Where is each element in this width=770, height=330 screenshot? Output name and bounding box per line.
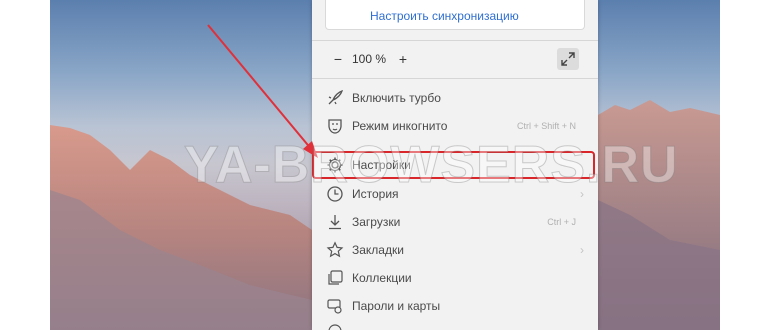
screenshot-stage: Настроить синхронизацию − 100 % + Включи… <box>0 0 770 330</box>
site-watermark: YA-BROWSERS.RU <box>184 136 679 195</box>
